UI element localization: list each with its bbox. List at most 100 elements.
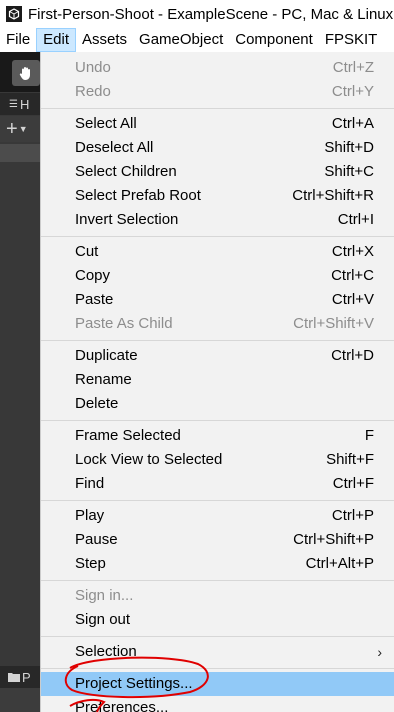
menu-item-shortcut: Shift+D [324,139,374,156]
menu-item-duplicate[interactable]: Duplicate Ctrl+D [41,344,394,368]
menu-item-label: Sign in... [75,587,134,604]
caret-down-icon[interactable]: ▼ [19,124,28,134]
menu-item-shortcut: Shift+F [326,451,374,468]
menu-item-paste[interactable]: Paste Ctrl+V [41,288,394,312]
menu-assets[interactable]: Assets [76,28,133,52]
menu-fpskit[interactable]: FPSKIT [319,28,384,52]
menu-item-select-prefab-root[interactable]: Select Prefab Root Ctrl+Shift+R [41,184,394,208]
menu-item-shortcut: Ctrl+Shift+V [293,315,374,332]
menu-item-label: Paste [75,291,114,308]
menu-item-label: Rename [75,371,132,388]
menu-group: Selection › [41,637,394,669]
menu-item-select-children[interactable]: Select Children Shift+C [41,160,394,184]
menu-item-invert-selection[interactable]: Invert Selection Ctrl+I [41,208,394,232]
menu-item-paste-as-child: Paste As Child Ctrl+Shift+V [41,312,394,336]
window-title: First-Person-Shoot - ExampleScene - PC, … [28,5,394,23]
menu-item-label: Redo [75,83,111,100]
menu-item-label: Select All [75,115,137,132]
menu-group: Play Ctrl+P Pause Ctrl+Shift+P Step Ctrl+Alt+… [41,501,394,581]
menu-item-shortcut: Ctrl+Alt+P [305,555,374,572]
menu-item-deselect-all[interactable]: Deselect All Shift+D [41,136,394,160]
menu-item-label: Delete [75,395,119,412]
project-tab-label: P [22,669,31,685]
menu-item-label: Lock View to Selected [75,451,223,468]
menu-edit[interactable]: Edit [36,28,77,52]
menu-item-shortcut: Ctrl+Y [331,83,374,100]
menu-item-rename[interactable]: Rename [41,368,394,392]
menu-item-selection[interactable]: Selection › [41,640,394,664]
menu-group: Duplicate Ctrl+D Rename Delete [41,341,394,421]
menu-item-shortcut: Ctrl+A [331,115,374,132]
hierarchy-row[interactable] [0,144,40,162]
menu-item-cut[interactable]: Cut Ctrl+X [41,240,394,264]
menu-item-shortcut: Ctrl+C [331,267,374,284]
title-bar: First-Person-Shoot - ExampleScene - PC, … [0,0,394,28]
hand-icon [19,67,30,80]
menu-item-copy[interactable]: Copy Ctrl+C [41,264,394,288]
menu-item-label: Pause [75,531,118,548]
menu-item-label: Undo [75,59,111,76]
menu-item-shortcut: F [364,427,374,444]
menu-gameobject[interactable]: GameObject [133,28,229,52]
menu-item-label: Invert Selection [75,211,179,228]
menu-item-shortcut: Ctrl+I [337,211,374,228]
menu-item-frame-selected[interactable]: Frame Selected F [41,424,394,448]
menu-group: Frame Selected F Lock View to Selected Shif… [41,421,394,501]
menu-item-shortcut: Ctrl+Shift+P [293,531,374,548]
menu-item-label: Step [75,555,106,572]
menu-item-play[interactable]: Play Ctrl+P [41,504,394,528]
menu-file[interactable]: File [0,28,36,52]
menu-item-shortcut: Ctrl+V [331,291,374,308]
menu-item-label: Deselect All [75,139,154,156]
menu-item-shortcut: Ctrl+Shift+R [292,187,374,204]
menu-item-label: Project Settings... [75,675,193,692]
menu-item-label: Find [75,475,105,492]
menu-item-label: Paste As Child [75,315,173,332]
menu-item-label: Frame Selected [75,427,181,444]
menu-item-label: Copy [75,267,111,284]
menu-item-delete[interactable]: Delete [41,392,394,416]
unity-logo-icon [6,6,22,22]
menu-item-lock-view-to-selected[interactable]: Lock View to Selected Shift+F [41,448,394,472]
menu-item-sign-in: Sign in... [41,584,394,608]
menu-item-pause[interactable]: Pause Ctrl+Shift+P [41,528,394,552]
chevron-right-icon: › [377,644,382,660]
project-tab[interactable]: P [0,666,40,688]
folder-icon [8,670,20,685]
menu-item-shortcut: Shift+C [324,163,374,180]
menu-item-project-settings[interactable]: Project Settings... [41,672,394,696]
menu-group: Project Settings... Preferences... [41,669,394,712]
menu-item-label: Play [75,507,105,524]
hierarchy-tab-label: H [19,96,30,112]
hand-tool-button[interactable] [12,60,40,86]
list-icon: ☰ [9,98,18,110]
menu-item-select-all[interactable]: Select All Ctrl+A [41,112,394,136]
menu-item-step[interactable]: Step Ctrl+Alt+P [41,552,394,576]
menu-group: Cut Ctrl+X Copy Ctrl+C Paste Ctrl+V Paste As C… [41,237,394,341]
menu-item-shortcut: Ctrl+P [331,507,374,524]
menu-item-label: Select Children [75,163,177,180]
menu-item-preferences[interactable]: Preferences... [41,696,394,712]
hierarchy-tab[interactable]: ☰ H [0,93,40,115]
menu-item-find[interactable]: Find Ctrl+F [41,472,394,496]
menu-bar: File Edit Assets GameObject Component FP… [0,28,394,52]
menu-item-shortcut: Ctrl+Z [332,59,374,76]
menu-item-shortcut: Ctrl+D [331,347,374,364]
menu-item-label: Duplicate [75,347,138,364]
menu-item-label: Sign out [75,611,131,628]
menu-item-shortcut: Ctrl+X [331,243,374,260]
menu-item-label: Preferences... [75,699,169,712]
add-icon[interactable]: + [6,118,18,141]
menu-item-shortcut: Ctrl+F [332,475,374,492]
menu-item-sign-out[interactable]: Sign out [41,608,394,632]
menu-item-undo: Undo Ctrl+Z [41,56,394,80]
menu-component[interactable]: Component [229,28,319,52]
hierarchy-toolbar: + ▼ [0,116,40,142]
menu-group: Select All Ctrl+A Deselect All Shift+D Selec… [41,109,394,237]
menu-item-redo: Redo Ctrl+Y [41,80,394,104]
project-toolbar [0,688,40,712]
menu-item-label: Select Prefab Root [75,187,201,204]
menu-item-label: Selection [75,643,137,660]
menu-group: Undo Ctrl+Z Redo Ctrl+Y [41,52,394,109]
menu-group: Sign in... Sign out [41,581,394,637]
